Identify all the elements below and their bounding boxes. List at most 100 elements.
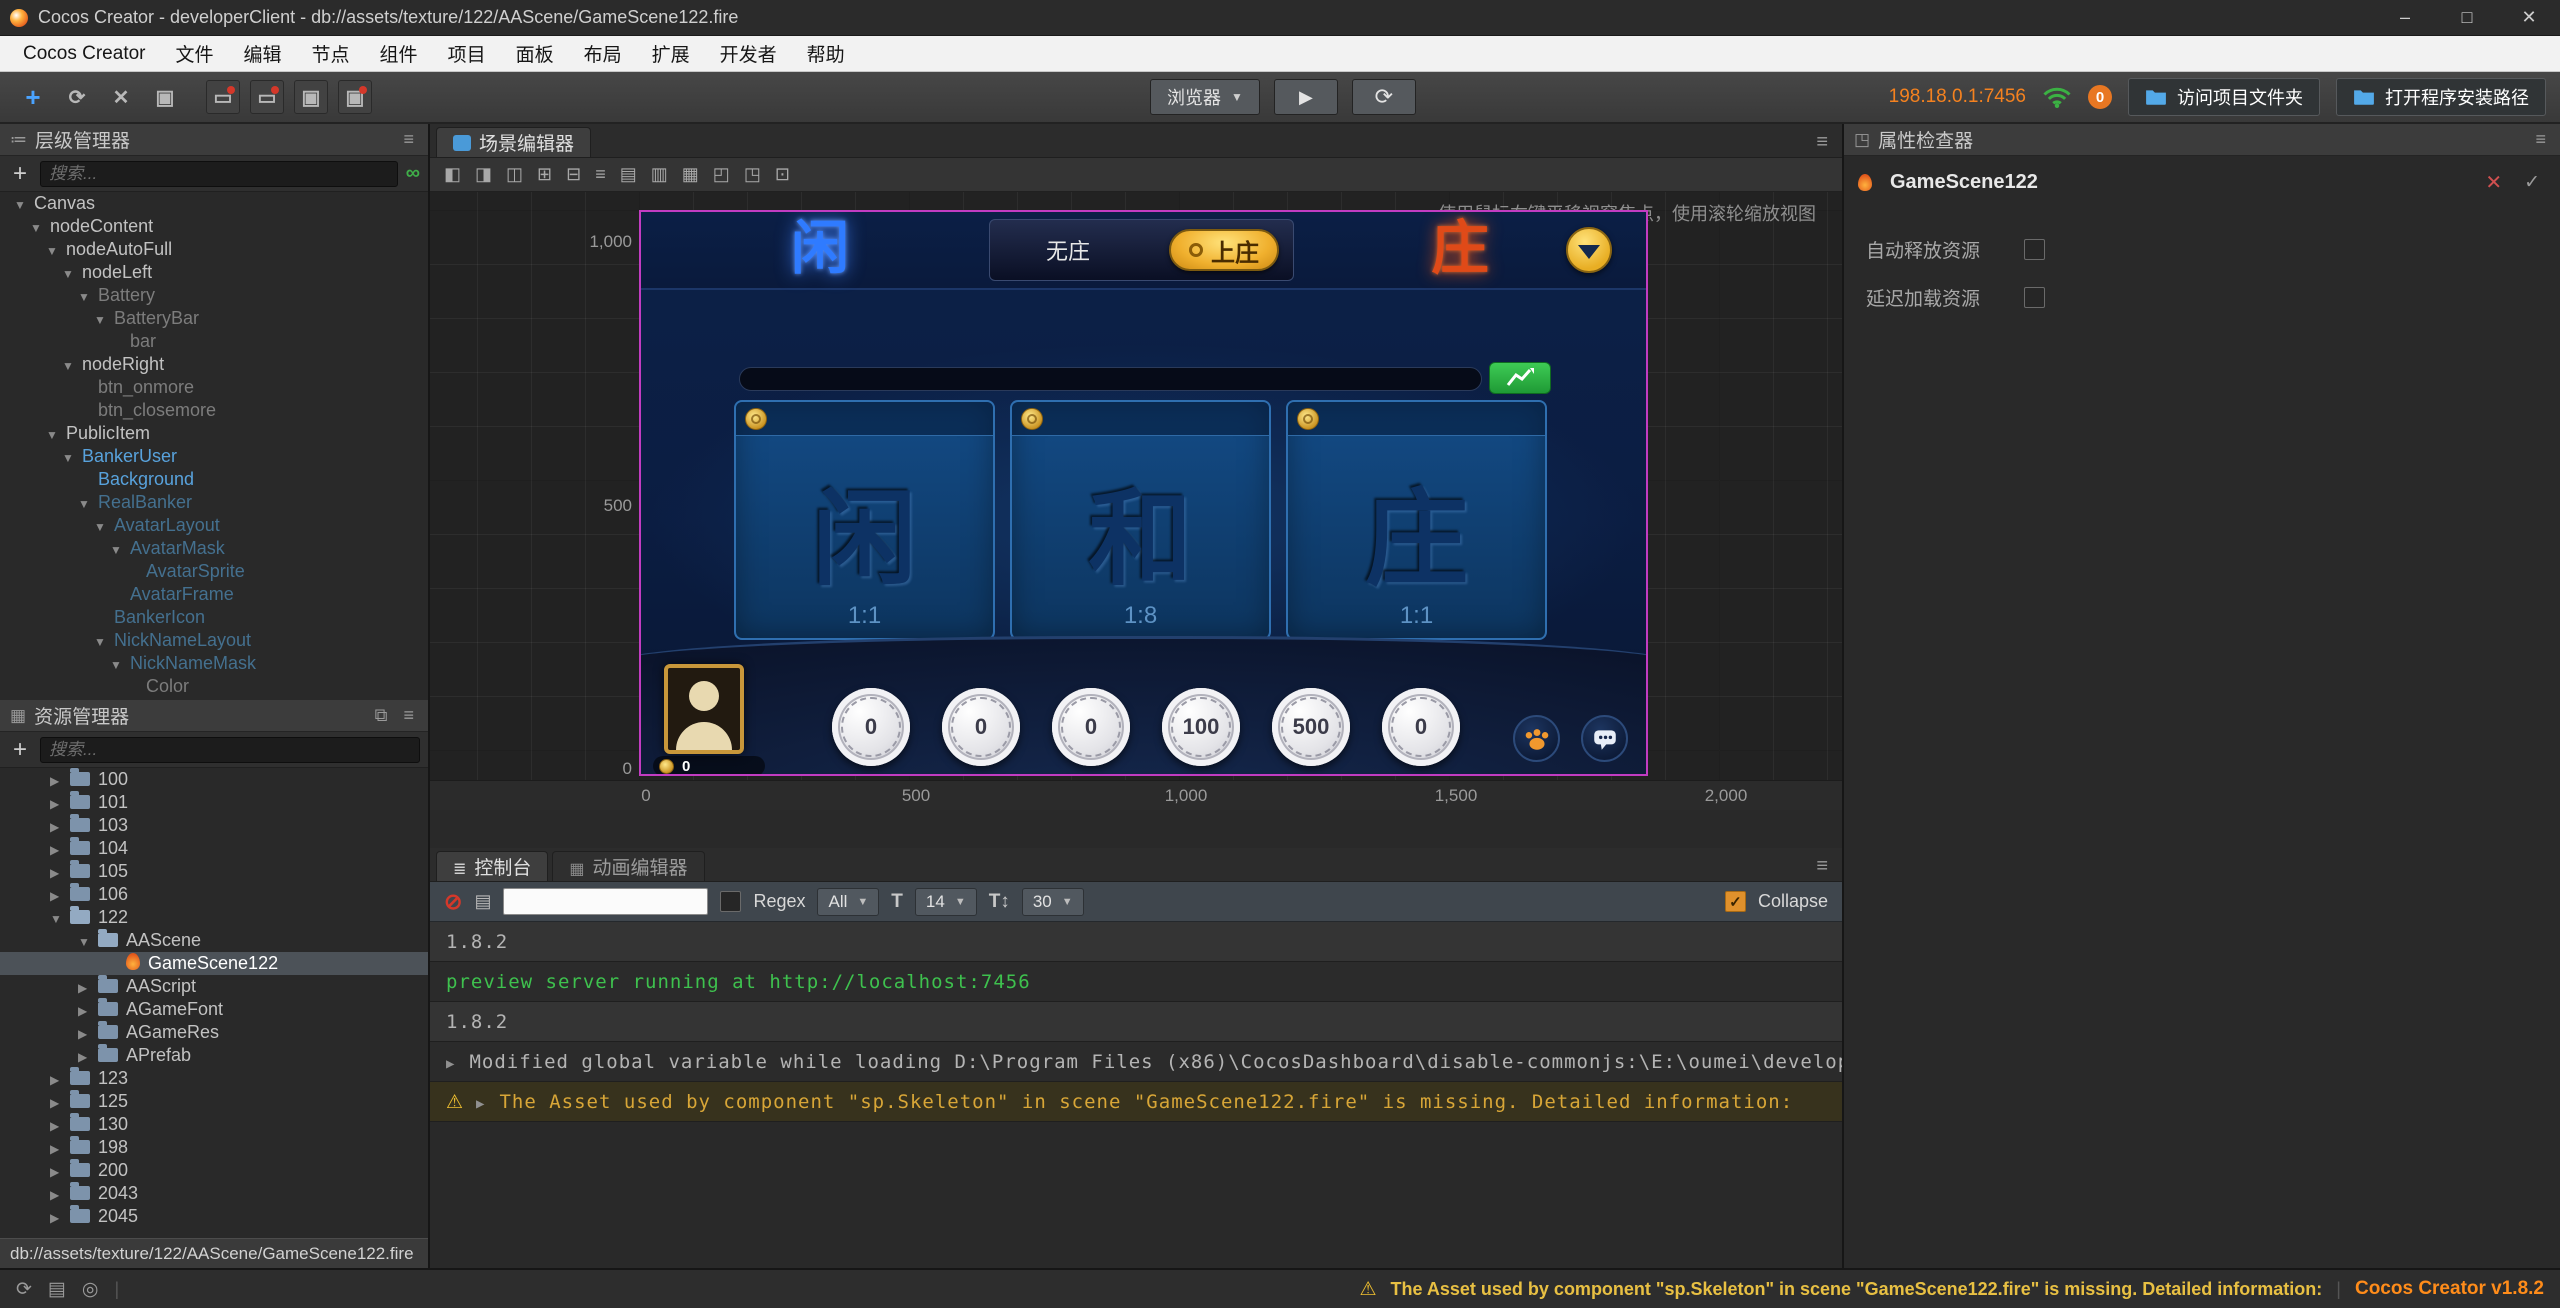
expand-arrow-icon[interactable]: ▼ bbox=[46, 424, 66, 447]
expand-arrow-icon[interactable]: ▼ bbox=[46, 240, 66, 263]
refresh-button[interactable]: ⟳ bbox=[1352, 79, 1416, 115]
asset-tree-row[interactable]: ▶103 bbox=[0, 814, 428, 837]
scene-tool-icon[interactable]: ⊟ bbox=[566, 164, 581, 185]
expand-arrow-icon[interactable]: ▼ bbox=[94, 631, 114, 654]
toolbar-icon[interactable]: ✕ bbox=[104, 80, 138, 114]
bet-area[interactable]: 和 1:8 bbox=[1010, 400, 1271, 640]
menu-item[interactable]: 文件 bbox=[161, 36, 229, 71]
trend-button[interactable] bbox=[1489, 362, 1551, 394]
window-control-button[interactable]: ✕ bbox=[2498, 0, 2560, 35]
hierarchy-tree-row[interactable]: btn_closemore bbox=[0, 399, 428, 422]
notification-badge[interactable]: 0 bbox=[2088, 85, 2112, 109]
window-control-button[interactable]: □ bbox=[2436, 0, 2498, 35]
scene-tool-icon[interactable]: ▤ bbox=[620, 164, 637, 185]
log-type-dropdown[interactable]: All▼ bbox=[817, 888, 879, 916]
capture-toolbar-icon[interactable]: ▭ bbox=[206, 80, 240, 114]
capture-toolbar-icon[interactable]: ▣ bbox=[294, 80, 328, 114]
menu-item[interactable]: 编辑 bbox=[229, 36, 297, 71]
menu-item[interactable]: 布局 bbox=[569, 36, 637, 71]
scene-tool-icon[interactable]: ≡ bbox=[595, 164, 606, 185]
expand-arrow-icon[interactable]: ▶ bbox=[50, 770, 70, 793]
status-bar-icon[interactable]: ⟳ bbox=[16, 1278, 32, 1301]
open-install-path-button[interactable]: 打开程序安装路径 bbox=[2336, 78, 2546, 116]
expand-arrow-icon[interactable]: ▶ bbox=[50, 1069, 70, 1092]
asset-tree-row[interactable]: ▶130 bbox=[0, 1113, 428, 1136]
bet-chip[interactable]: 0 bbox=[832, 688, 910, 766]
expand-arrow-icon[interactable]: ▶ bbox=[78, 1000, 98, 1023]
hierarchy-tree-row[interactable]: ▼PublicItem bbox=[0, 422, 428, 445]
expand-arrow-icon[interactable]: ▶ bbox=[50, 793, 70, 816]
scene-tool-icon[interactable]: ⊡ bbox=[775, 164, 790, 185]
status-bar-icon[interactable]: ▤ bbox=[48, 1278, 66, 1301]
export-log-icon[interactable]: ▤ bbox=[474, 891, 491, 912]
scene-tool-icon[interactable]: ◨ bbox=[475, 164, 492, 185]
paw-button[interactable] bbox=[1513, 715, 1560, 762]
expand-arrow-icon[interactable]: ▶ bbox=[476, 1096, 485, 1112]
hierarchy-tree-row[interactable]: ▼BatteryBar bbox=[0, 307, 428, 330]
player-avatar[interactable] bbox=[664, 664, 744, 754]
expand-arrow-icon[interactable]: ▶ bbox=[50, 1207, 70, 1230]
asset-tree-row[interactable]: ▶2045 bbox=[0, 1205, 428, 1228]
hierarchy-tree-row[interactable]: BankerIcon bbox=[0, 606, 428, 629]
expand-arrow-icon[interactable]: ▶ bbox=[50, 885, 70, 908]
bet-chip[interactable]: 500 bbox=[1272, 688, 1350, 766]
expand-arrow-icon[interactable]: ▼ bbox=[78, 931, 98, 954]
menu-item[interactable]: 扩展 bbox=[637, 36, 705, 71]
asset-tree-row[interactable]: ▶AGameFont bbox=[0, 998, 428, 1021]
clear-console-icon[interactable]: ⊘ bbox=[444, 889, 462, 915]
add-node-button[interactable]: + bbox=[8, 160, 32, 188]
property-checkbox[interactable] bbox=[2024, 239, 2045, 260]
asset-tree-row[interactable]: ▶198 bbox=[0, 1136, 428, 1159]
hierarchy-tree-row[interactable]: Color bbox=[0, 675, 428, 698]
expand-arrow-icon[interactable]: ▶ bbox=[78, 1046, 98, 1069]
menu-item[interactable]: 项目 bbox=[433, 36, 501, 71]
font-size-dropdown[interactable]: 14▼ bbox=[915, 888, 977, 916]
asset-tree-row[interactable]: ▶101 bbox=[0, 791, 428, 814]
menu-item[interactable]: 帮助 bbox=[792, 36, 860, 71]
console-log-row[interactable]: ⚠▶preview server running at http://local… bbox=[430, 962, 1842, 1002]
scene-tool-icon[interactable]: ▦ bbox=[682, 164, 699, 185]
console-filter-input[interactable] bbox=[503, 888, 708, 915]
scene-tool-icon[interactable]: ◰ bbox=[713, 164, 730, 185]
bet-area[interactable]: 闲 1:1 bbox=[734, 400, 995, 640]
capture-toolbar-icon[interactable]: ▭ bbox=[250, 80, 284, 114]
console-log-row[interactable]: ⚠▶The Asset used by component "sp.Skelet… bbox=[430, 1082, 1842, 1122]
hierarchy-tree-row[interactable]: ▼nodeRight bbox=[0, 353, 428, 376]
hierarchy-tree-row[interactable]: bar bbox=[0, 330, 428, 353]
bet-chip[interactable]: 0 bbox=[1382, 688, 1460, 766]
expand-arrow-icon[interactable]: ▼ bbox=[62, 447, 82, 470]
hierarchy-tree-row[interactable]: ▼AvatarLayout bbox=[0, 514, 428, 537]
property-checkbox[interactable] bbox=[2024, 287, 2045, 308]
asset-tree-row[interactable]: GameScene122 bbox=[0, 952, 428, 975]
hierarchy-tree-row[interactable]: Background bbox=[0, 468, 428, 491]
hierarchy-tree-row[interactable]: ▼RealBanker bbox=[0, 491, 428, 514]
hierarchy-tree-row[interactable]: ▼Canvas bbox=[0, 192, 428, 215]
chat-button[interactable] bbox=[1581, 715, 1628, 762]
expand-arrow-icon[interactable]: ▶ bbox=[78, 1023, 98, 1046]
panel-menu-icon[interactable]: ≡ bbox=[1816, 855, 1828, 878]
expand-arrow-icon[interactable]: ▶ bbox=[50, 1184, 70, 1207]
expand-arrow-icon[interactable]: ▶ bbox=[50, 1092, 70, 1115]
become-banker-button[interactable]: 上庄 bbox=[1169, 229, 1279, 271]
hierarchy-search-input[interactable] bbox=[40, 161, 398, 187]
asset-tree-row[interactable]: ▶105 bbox=[0, 860, 428, 883]
asset-tree-row[interactable]: ▶200 bbox=[0, 1159, 428, 1182]
expand-arrow-icon[interactable]: ▼ bbox=[62, 355, 82, 378]
panel-menu-icon[interactable]: ≡ bbox=[399, 129, 418, 150]
asset-tree-row[interactable]: ▶123 bbox=[0, 1067, 428, 1090]
close-icon[interactable]: ✕ bbox=[2479, 170, 2508, 195]
menu-item[interactable]: 节点 bbox=[297, 36, 365, 71]
hierarchy-tree-row[interactable]: ▼Battery bbox=[0, 284, 428, 307]
expand-arrow-icon[interactable]: ▶ bbox=[50, 1138, 70, 1161]
menu-item[interactable]: 面板 bbox=[501, 36, 569, 71]
asset-tree-row[interactable]: ▼122 bbox=[0, 906, 428, 929]
asset-tree-row[interactable]: ▶100 bbox=[0, 768, 428, 791]
scene-tool-icon[interactable]: ▥ bbox=[651, 164, 668, 185]
scene-canvas[interactable]: 使用鼠标右键平移视窗焦点，使用滚轮缩放视图 1,0005000 闲 无庄 上庄 … bbox=[430, 192, 1842, 780]
asset-tree-row[interactable]: ▶2043 bbox=[0, 1182, 428, 1205]
browser-select-button[interactable]: 浏览器 ▼ bbox=[1150, 79, 1260, 115]
hierarchy-tree-row[interactable]: ▼nodeContent bbox=[0, 215, 428, 238]
panel-menu-icon[interactable]: ≡ bbox=[399, 705, 418, 726]
line-height-dropdown[interactable]: 30▼ bbox=[1022, 888, 1084, 916]
console-log-row[interactable]: ⚠▶1.8.2 bbox=[430, 922, 1842, 962]
